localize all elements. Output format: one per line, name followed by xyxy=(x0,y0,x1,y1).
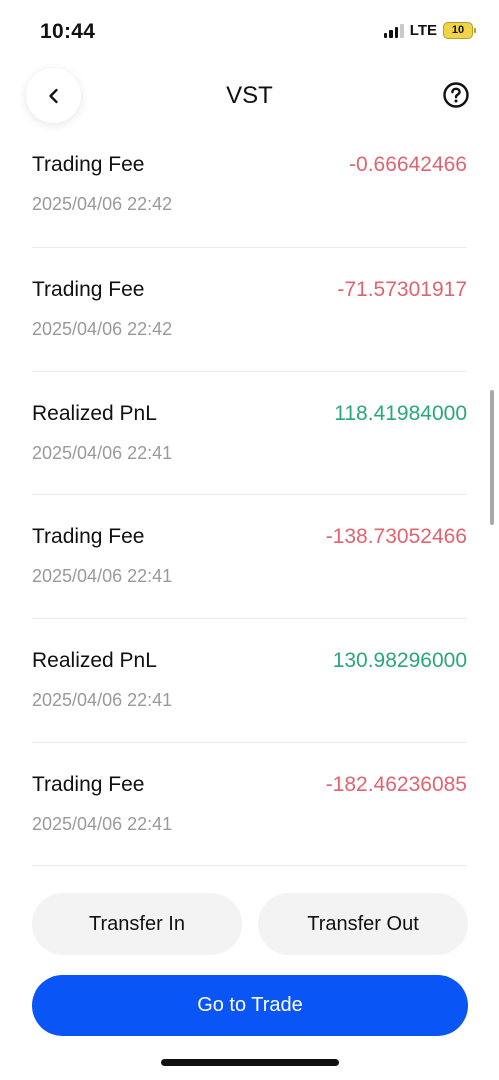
record-type: Trading Fee xyxy=(32,772,145,796)
network-label: LTE xyxy=(409,22,437,39)
record-date: 2025/04/06 22:41 xyxy=(32,690,173,711)
record-row[interactable]: Trading Fee -71.57301917 2025/04/06 22:42 xyxy=(32,248,467,372)
record-date: 2025/04/06 22:41 xyxy=(32,566,173,587)
question-circle-icon xyxy=(443,82,469,108)
record-date: 2025/04/06 22:42 xyxy=(32,194,173,214)
battery-icon: 10 xyxy=(443,22,476,39)
record-amount: -0.66642466 xyxy=(349,153,467,176)
status-indicators: LTE 10 xyxy=(383,22,476,39)
record-type: Trading Fee xyxy=(32,278,145,301)
record-amount: 118.41984000 xyxy=(334,401,467,425)
home-indicator xyxy=(161,1059,339,1066)
record-row[interactable]: Realized PnL 118.41984000 2025/04/06 22:41 xyxy=(32,372,467,496)
go-to-trade-button[interactable]: Go to Trade xyxy=(32,975,468,1036)
record-type: Realized PnL xyxy=(32,401,157,425)
record-date: 2025/04/06 22:41 xyxy=(32,813,173,834)
screen: 10:44 LTE 10 VST Trading Fee -0.66642466 2… xyxy=(0,0,499,1080)
status-time: 10:44 xyxy=(40,20,96,43)
record-type: Trading Fee xyxy=(32,525,145,549)
signal-icon xyxy=(383,23,404,38)
help-button[interactable] xyxy=(442,81,470,109)
record-list[interactable]: Trading Fee -0.66642466 2025/04/06 22:42 Tr… xyxy=(32,132,467,867)
transfer-actions: Transfer In Transfer Out xyxy=(32,893,468,955)
transfer-out-button[interactable]: Transfer Out xyxy=(258,893,468,955)
scrollbar[interactable] xyxy=(490,390,494,525)
record-type: Realized PnL xyxy=(32,649,157,673)
header: VST xyxy=(0,62,499,132)
page-title: VST xyxy=(226,82,273,109)
record-amount: -71.57301917 xyxy=(337,278,467,301)
record-date: 2025/04/06 22:42 xyxy=(32,319,173,339)
record-row[interactable]: Trading Fee -138.73052466 2025/04/06 22:41 xyxy=(32,495,467,620)
status-bar: 10:44 LTE 10 xyxy=(0,0,499,62)
record-type: Trading Fee xyxy=(32,153,145,176)
record-amount: -138.73052466 xyxy=(325,525,467,549)
record-row[interactable]: Realized PnL 130.98296000 2025/04/06 22:41 xyxy=(32,619,467,743)
record-row[interactable]: Trading Fee -0.66642466 2025/04/06 22:42 xyxy=(32,132,467,248)
record-amount: -182.46236085 xyxy=(325,772,467,796)
record-row[interactable]: Trading Fee -182.46236085 2025/04/06 22:41 xyxy=(32,743,467,867)
transfer-in-button[interactable]: Transfer In xyxy=(32,893,242,955)
record-amount: 130.98296000 xyxy=(332,649,467,673)
record-date: 2025/04/06 22:41 xyxy=(32,442,173,463)
